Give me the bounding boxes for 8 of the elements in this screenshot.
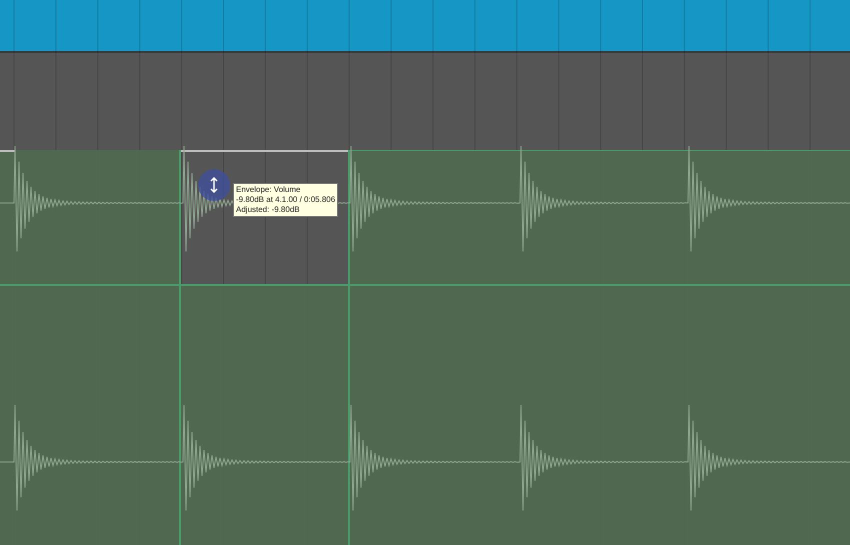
media-item[interactable] [0,150,181,545]
tooltip-line: -9.80dB at 4.1.00 / 0:05.806 [236,195,336,205]
media-item[interactable] [348,150,850,545]
tooltip-line: Envelope: Volume [236,185,302,195]
media-item[interactable] [181,284,348,545]
resize-vertical-icon [210,177,218,193]
tooltip-line: Adjusted: -9.80dB [236,205,301,215]
envelope-line [0,150,15,152]
